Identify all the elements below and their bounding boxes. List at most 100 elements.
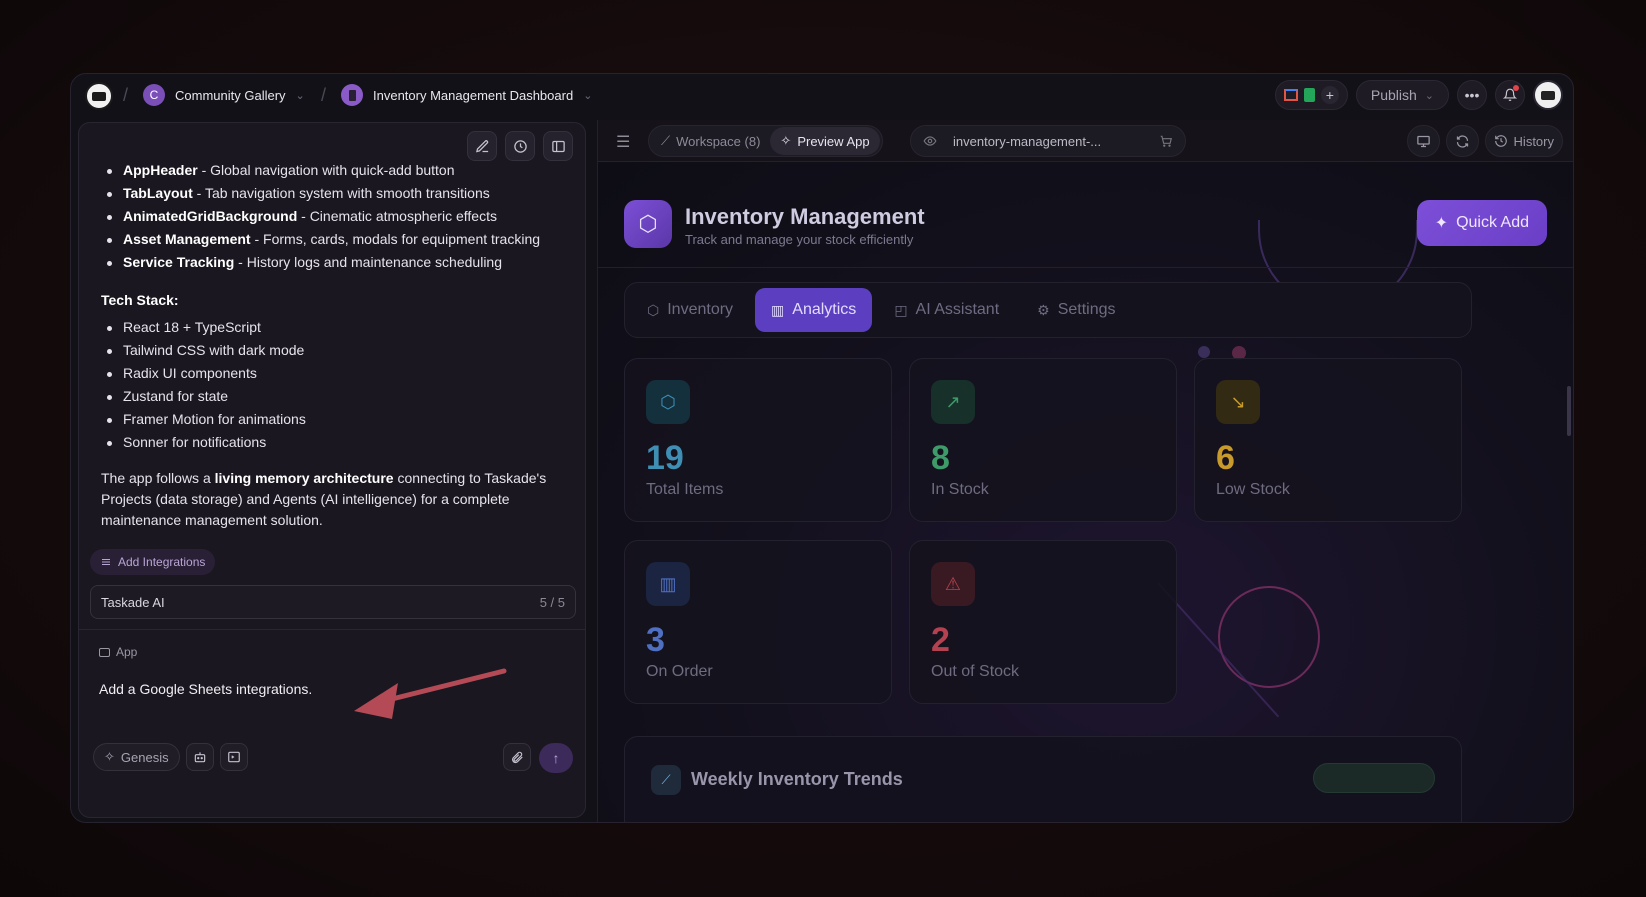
mode-chip[interactable]: App <box>99 645 137 659</box>
terminal-icon <box>227 751 240 763</box>
top-bar: / C Community Gallery ⌄ / Inventory Mana… <box>71 74 1573 120</box>
list-item: Zustand for state <box>101 385 571 408</box>
stat-value: 19 <box>646 439 684 477</box>
breadcrumb-separator: / <box>123 85 129 105</box>
more-button[interactable]: ••• <box>1457 80 1487 110</box>
tab-inventory[interactable]: ⬡ Inventory <box>631 288 749 332</box>
stat-card-low-stock[interactable]: ↘ 6 Low Stock <box>1194 358 1462 522</box>
notifications-button[interactable] <box>1495 80 1525 110</box>
add-integrations-label: Add Integrations <box>118 555 206 569</box>
notification-badge <box>1513 85 1519 91</box>
new-chat-button[interactable] <box>467 131 497 161</box>
publish-button[interactable]: Publish ⌄ <box>1355 80 1449 110</box>
toggle-sidebar-button[interactable] <box>543 131 573 161</box>
cube-icon: ⬡ <box>646 380 690 424</box>
refresh-button[interactable] <box>1445 125 1479 157</box>
send-button[interactable]: ↑ <box>539 743 573 773</box>
sidebar-icon <box>551 140 565 152</box>
breadcrumb-project[interactable]: Inventory Management Dashboard ⌄ <box>341 84 592 106</box>
workspace-tab[interactable]: ⟋ Workspace (8) <box>651 127 770 155</box>
publish-label: Publish <box>1370 87 1417 103</box>
device-button[interactable] <box>1406 125 1440 157</box>
tab-analytics[interactable]: ▥ Analytics <box>755 288 873 332</box>
genesis-button[interactable]: ✧ Genesis <box>93 743 180 771</box>
tab-label: Analytics <box>792 301 857 318</box>
stat-card-in-stock[interactable]: ↗ 8 In Stock <box>909 358 1177 522</box>
summary-paragraph: The app follows a living memory architec… <box>101 470 547 528</box>
plus-icon[interactable]: + <box>1320 86 1339 104</box>
tab-bar: ⬡ Inventory ▥ Analytics ◰ AI Assistant ⚙… <box>624 282 1472 338</box>
list-item: Sonner for notifications <box>101 431 571 454</box>
chat-toolbar <box>467 131 573 161</box>
command-button[interactable] <box>219 743 248 771</box>
history-button[interactable] <box>505 131 535 161</box>
quick-add-button[interactable]: ✦ Quick Add <box>1416 200 1547 246</box>
list-item: Radix UI components <box>101 362 571 385</box>
chevron-down-icon: ⌄ <box>583 89 593 102</box>
tab-settings[interactable]: ⚙ Settings <box>1021 288 1131 332</box>
bar-chart-icon: ▥ <box>646 562 690 606</box>
window-icon <box>99 647 110 657</box>
tech-stack-heading: Tech Stack: <box>101 292 179 308</box>
trend-down-icon: ↘ <box>1216 380 1260 424</box>
cart-icon[interactable] <box>1159 134 1173 148</box>
workspace-name: Community Gallery <box>175 87 286 103</box>
warning-icon: ⚠ <box>931 562 975 606</box>
trend-up-icon: ↗ <box>931 380 975 424</box>
taskade-logo[interactable] <box>85 82 113 110</box>
agent-name: Taskade AI <box>101 594 165 610</box>
agent-count: 5 / 5 <box>539 594 565 610</box>
preview-actions: History <box>1406 125 1563 157</box>
list-item: AppHeader - Global navigation with quick… <box>101 159 571 182</box>
preview-app-tab[interactable]: ✧ Preview App <box>770 127 880 155</box>
stat-value: 2 <box>931 621 950 659</box>
scrollbar[interactable] <box>1567 386 1571 436</box>
project-name: Inventory Management Dashboard <box>373 87 574 103</box>
edit-icon <box>475 139 488 152</box>
chat-panel: AppHeader - Global navigation with quick… <box>78 122 586 818</box>
paperclip-icon <box>512 751 523 764</box>
list-item: TabLayout - Tab navigation system with s… <box>101 182 571 205</box>
list-item: Framer Motion for animations <box>101 408 571 431</box>
history-button[interactable]: History <box>1484 125 1563 157</box>
tab-ai-assistant[interactable]: ◰ AI Assistant <box>878 288 1015 332</box>
background-decoration <box>1218 586 1320 688</box>
attach-button[interactable] <box>503 743 531 771</box>
stat-card-on-order[interactable]: ▥ 3 On Order <box>624 540 892 704</box>
breadcrumb-workspace[interactable]: C Community Gallery ⌄ <box>143 84 305 106</box>
background-decoration <box>1198 346 1210 358</box>
integrations-pill[interactable]: + <box>1274 80 1348 110</box>
chevron-down-icon: ⌄ <box>1424 89 1434 102</box>
prompt-input[interactable]: Add a Google Sheets integrations. <box>99 681 312 697</box>
url-bar[interactable]: inventory-management-... <box>910 125 1186 157</box>
app-window: / C Community Gallery ⌄ / Inventory Mana… <box>70 73 1574 823</box>
menu-icon[interactable]: ☰ <box>616 132 630 152</box>
stat-label: Low Stock <box>1216 481 1290 498</box>
stat-label: Out of Stock <box>931 663 1020 680</box>
component-list: AppHeader - Global navigation with quick… <box>101 159 571 274</box>
breadcrumb-separator: / <box>321 85 327 105</box>
bar-chart-icon: ▥ <box>771 301 785 318</box>
robot-icon <box>194 752 205 763</box>
monitor-icon <box>1416 135 1430 147</box>
weekly-trends-card: ⟋ Weekly Inventory Trends <box>624 736 1462 822</box>
top-right-controls: + Publish ⌄ ••• <box>1274 80 1563 110</box>
add-integrations-button[interactable]: Add Integrations <box>90 549 216 575</box>
chevron-down-icon: ⌄ <box>295 89 305 102</box>
weekly-trends-title: Weekly Inventory Trends <box>691 769 903 789</box>
stat-card-out-of-stock[interactable]: ⚠ 2 Out of Stock <box>909 540 1177 704</box>
stat-label: Total Items <box>646 481 724 498</box>
app-subtitle: Track and manage your stock efficiently <box>685 232 914 247</box>
preview-panel: ☰ ⟋ Workspace (8) ✧ Preview App inventor… <box>597 120 1573 822</box>
tab-label: Inventory <box>667 301 734 318</box>
app-header: ⬡ Inventory Management Track and manage … <box>598 162 1573 268</box>
stat-card-total-items[interactable]: ⬡ 19 Total Items <box>624 358 892 522</box>
tab-label: AI Assistant <box>915 301 1000 318</box>
agent-selector[interactable]: Taskade AI 5 / 5 <box>90 585 576 619</box>
eye-icon <box>923 136 937 146</box>
project-icon <box>341 84 363 106</box>
annotation-arrow <box>354 668 507 719</box>
user-avatar[interactable] <box>1533 80 1563 110</box>
agent-button[interactable] <box>185 743 214 771</box>
composer-actions: ↑ <box>503 743 573 773</box>
